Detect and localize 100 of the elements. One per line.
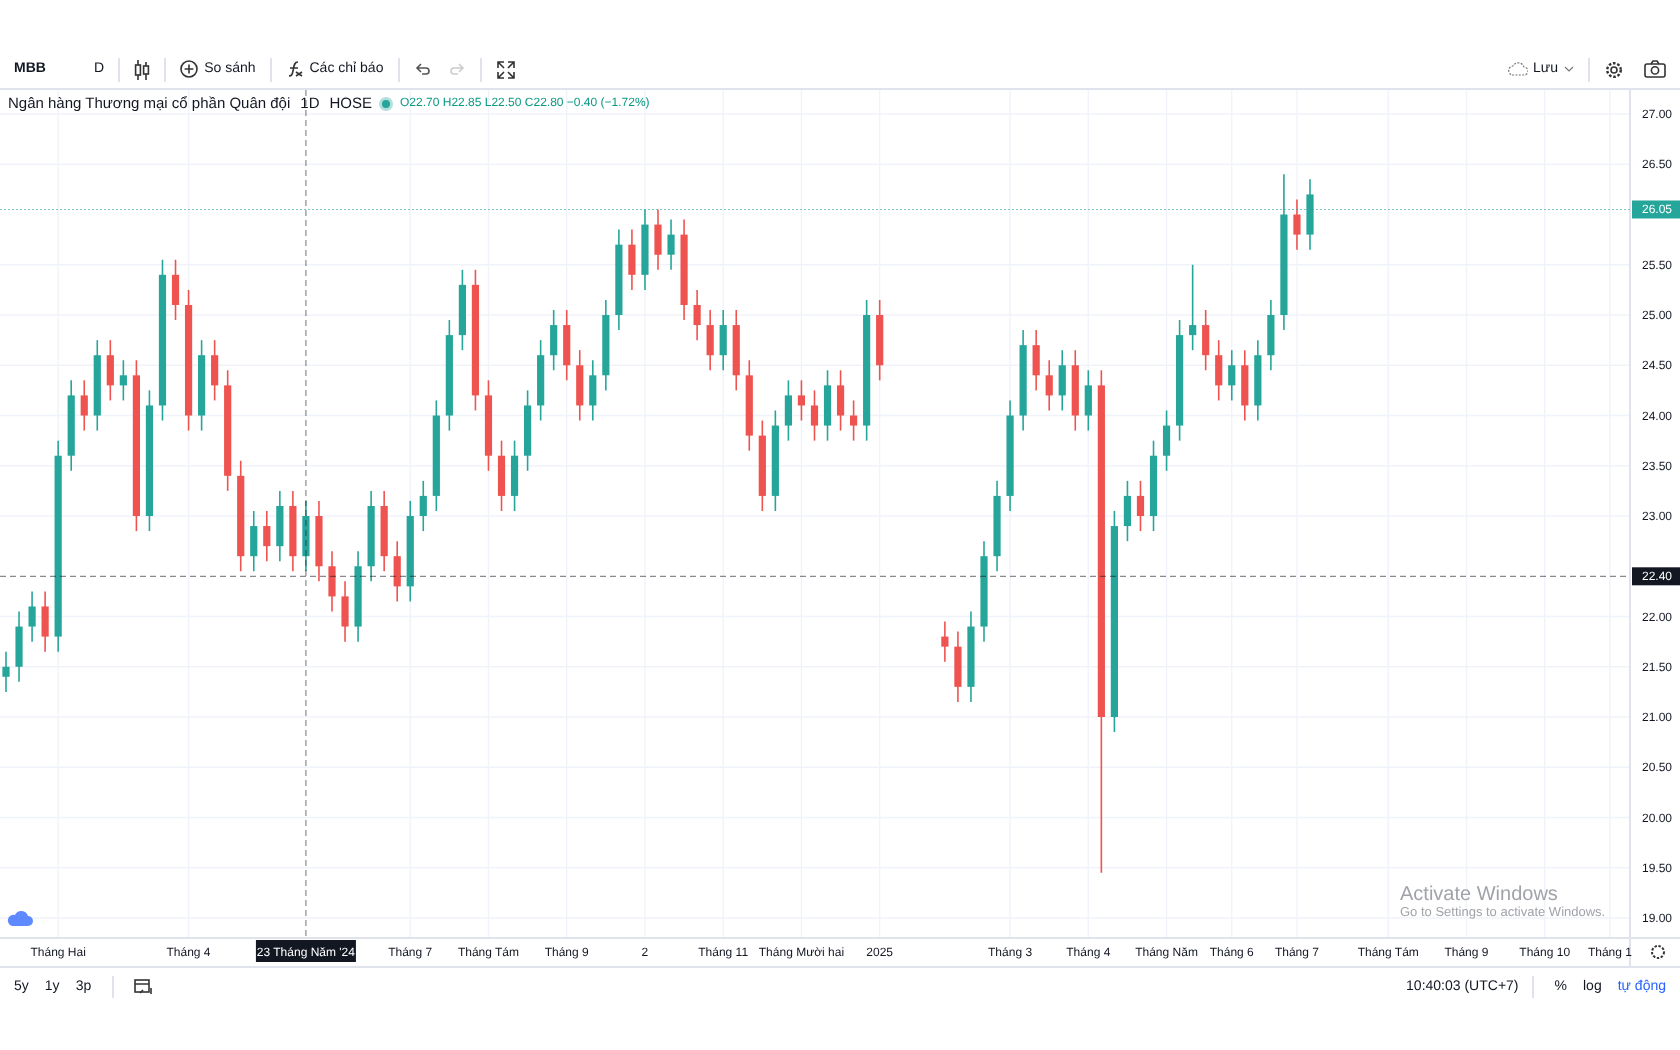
candle xyxy=(1241,349,1249,422)
candles-icon xyxy=(134,59,151,79)
candle xyxy=(1228,349,1236,402)
function-icon xyxy=(285,60,304,78)
candle xyxy=(510,439,519,512)
candle xyxy=(589,359,597,422)
candle xyxy=(1058,349,1066,412)
candle xyxy=(823,369,832,442)
caret-icon xyxy=(1564,66,1574,72)
candle xyxy=(41,590,49,653)
candle xyxy=(1254,339,1262,422)
candle xyxy=(1032,329,1040,392)
candle xyxy=(484,379,493,472)
cloud-icon[interactable] xyxy=(7,911,33,926)
candle xyxy=(1084,369,1092,432)
candle xyxy=(863,299,871,442)
candle xyxy=(302,500,310,573)
candle xyxy=(954,630,962,703)
candle xyxy=(2,650,10,693)
candle xyxy=(967,610,975,703)
candle xyxy=(28,590,36,643)
calendar-icon xyxy=(133,978,152,994)
settings-icon[interactable] xyxy=(1651,945,1665,959)
candle xyxy=(432,399,440,512)
candle xyxy=(276,490,284,563)
candle xyxy=(198,339,206,432)
fullscreen-icon xyxy=(495,59,516,79)
plus-circle-icon xyxy=(180,60,199,78)
candle xyxy=(1215,339,1223,402)
candle xyxy=(184,289,193,432)
candle xyxy=(524,389,532,472)
candle xyxy=(497,439,506,512)
candle xyxy=(563,309,571,382)
undo-icon xyxy=(413,62,430,76)
candle xyxy=(1123,480,1132,542)
candle xyxy=(315,500,323,583)
candle xyxy=(1267,299,1275,372)
candle xyxy=(876,299,884,382)
candle xyxy=(80,379,88,432)
candle xyxy=(1189,263,1197,351)
candle xyxy=(341,580,349,643)
candle xyxy=(667,218,675,271)
candle xyxy=(1136,480,1145,532)
candle xyxy=(237,459,245,573)
settings-icon xyxy=(1604,59,1624,79)
candle xyxy=(810,389,819,442)
candle xyxy=(771,409,779,512)
candle xyxy=(836,369,845,432)
candle xyxy=(250,510,258,573)
candle xyxy=(1202,309,1210,372)
candle xyxy=(171,258,180,321)
candle xyxy=(1176,319,1184,442)
candle xyxy=(1149,439,1158,532)
candle xyxy=(289,490,297,573)
candle xyxy=(458,269,466,351)
redo-icon xyxy=(449,62,466,76)
camera-icon xyxy=(1644,60,1666,78)
activation-title: Activate Windows xyxy=(1400,884,1560,906)
candle xyxy=(693,289,701,341)
candle xyxy=(119,359,127,402)
candle xyxy=(328,550,336,613)
candle xyxy=(1162,409,1171,472)
candle xyxy=(380,490,388,573)
candle xyxy=(106,339,114,402)
candle xyxy=(797,379,806,422)
candle xyxy=(602,299,610,392)
candle xyxy=(354,550,362,643)
candle xyxy=(706,309,714,372)
candle xyxy=(941,620,949,663)
candle xyxy=(980,540,988,643)
cloud-icon xyxy=(1505,62,1528,76)
candle xyxy=(471,269,480,412)
candle xyxy=(406,500,414,603)
candle xyxy=(615,228,623,331)
candle xyxy=(445,319,453,432)
candle xyxy=(641,208,649,291)
candle xyxy=(211,339,219,402)
candle xyxy=(93,339,101,432)
candle xyxy=(15,610,23,683)
candle xyxy=(1306,178,1314,251)
candle xyxy=(550,309,558,372)
candle xyxy=(1006,399,1014,512)
candle xyxy=(393,540,401,603)
candle xyxy=(1045,359,1053,412)
candle xyxy=(1019,329,1027,432)
candle xyxy=(719,309,727,372)
market-status-dot xyxy=(382,99,391,107)
candle xyxy=(537,339,545,422)
candle xyxy=(576,349,584,422)
candle xyxy=(67,379,75,472)
candle xyxy=(850,399,858,442)
candle xyxy=(263,510,271,563)
candle xyxy=(367,490,375,583)
candle xyxy=(1071,349,1079,432)
candle xyxy=(993,480,1001,573)
candle xyxy=(419,480,427,532)
candle xyxy=(745,359,753,452)
candle xyxy=(224,369,232,492)
candle xyxy=(628,228,636,291)
candle xyxy=(784,379,792,442)
